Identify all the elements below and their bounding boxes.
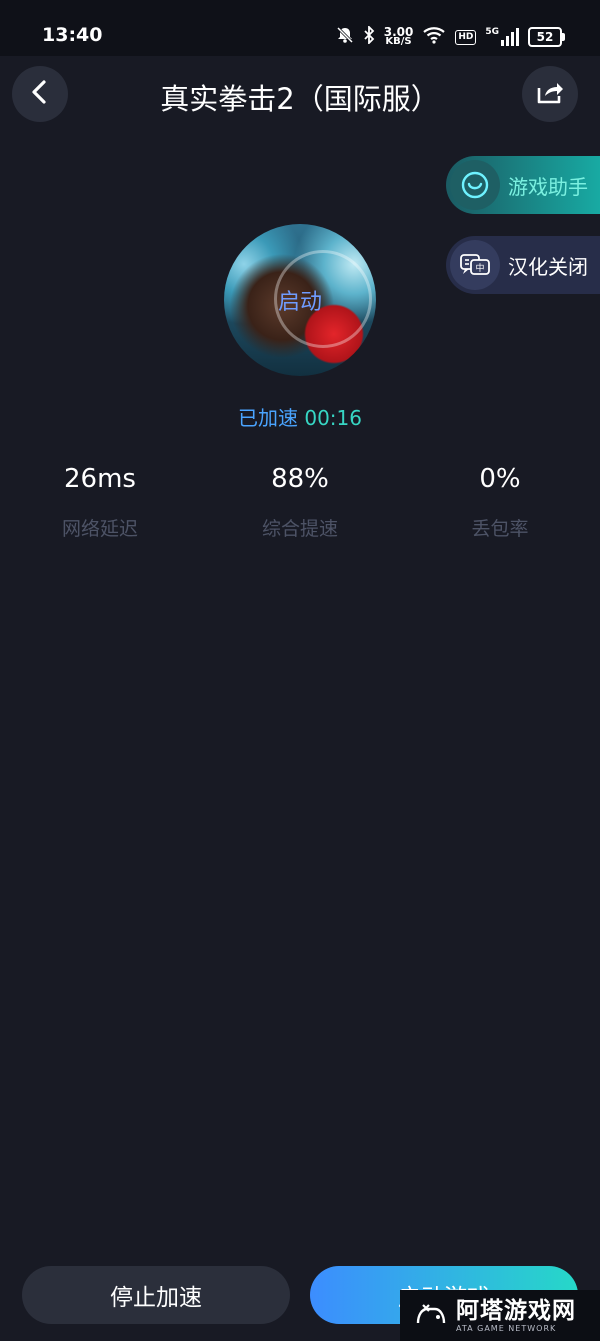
speedup-label: 综合提速	[261, 518, 338, 540]
stop-acceleration-button[interactable]: 停止加速	[22, 1266, 290, 1324]
packet-loss-value: 0%	[479, 464, 521, 494]
accel-timer: 00:16	[304, 406, 362, 430]
packet-loss-label: 丢包率	[471, 518, 529, 540]
stat-latency: 26ms 网络延迟	[0, 464, 200, 541]
assistant-icon	[450, 160, 500, 210]
watermark: 阿塔游戏网 ATA GAME NETWORK	[400, 1290, 600, 1341]
net-speed: 3.00 KB/S	[383, 25, 414, 47]
mute-bell-icon	[336, 26, 354, 48]
translation-toggle-button[interactable]: 中 汉化关闭	[446, 236, 600, 294]
battery-icon: 52	[528, 27, 565, 47]
status-bar: 13:40 3.00 KB/S HD 5G 52	[0, 0, 600, 56]
svg-text:中: 中	[475, 262, 484, 274]
share-icon	[536, 79, 564, 109]
latency-value: 26ms	[64, 464, 136, 494]
stat-packet-loss: 0% 丢包率	[400, 464, 600, 541]
hd-badge: HD	[455, 29, 477, 45]
share-button[interactable]	[522, 66, 578, 122]
bluetooth-icon	[363, 24, 375, 48]
signal-icon: 5G	[485, 28, 519, 46]
acceleration-status: 已加速 00:16	[0, 402, 600, 431]
stop-acceleration-label: 停止加速	[110, 1285, 202, 1311]
game-assistant-button[interactable]: 游戏助手	[446, 156, 600, 214]
accel-label: 已加速	[238, 406, 298, 430]
translate-icon: 中	[450, 240, 500, 290]
latency-label: 网络延迟	[61, 518, 138, 540]
page-title: 真实拳击2（国际服）	[160, 82, 440, 116]
gamepad-logo-icon	[414, 1297, 448, 1335]
game-assistant-label: 游戏助手	[508, 174, 588, 199]
speedup-value: 88%	[271, 464, 329, 494]
watermark-title: 阿塔游戏网	[456, 1298, 576, 1324]
status-icons: 3.00 KB/S HD 5G 52	[336, 24, 565, 50]
stat-speedup: 88% 综合提速	[200, 464, 400, 541]
launch-label[interactable]: 启动	[224, 284, 376, 316]
wifi-icon	[422, 26, 446, 48]
translation-toggle-label: 汉化关闭	[508, 254, 588, 279]
watermark-subtitle: ATA GAME NETWORK	[456, 1324, 557, 1333]
game-cover-avatar[interactable]: 启动	[224, 224, 376, 376]
status-time: 13:40	[42, 24, 103, 46]
